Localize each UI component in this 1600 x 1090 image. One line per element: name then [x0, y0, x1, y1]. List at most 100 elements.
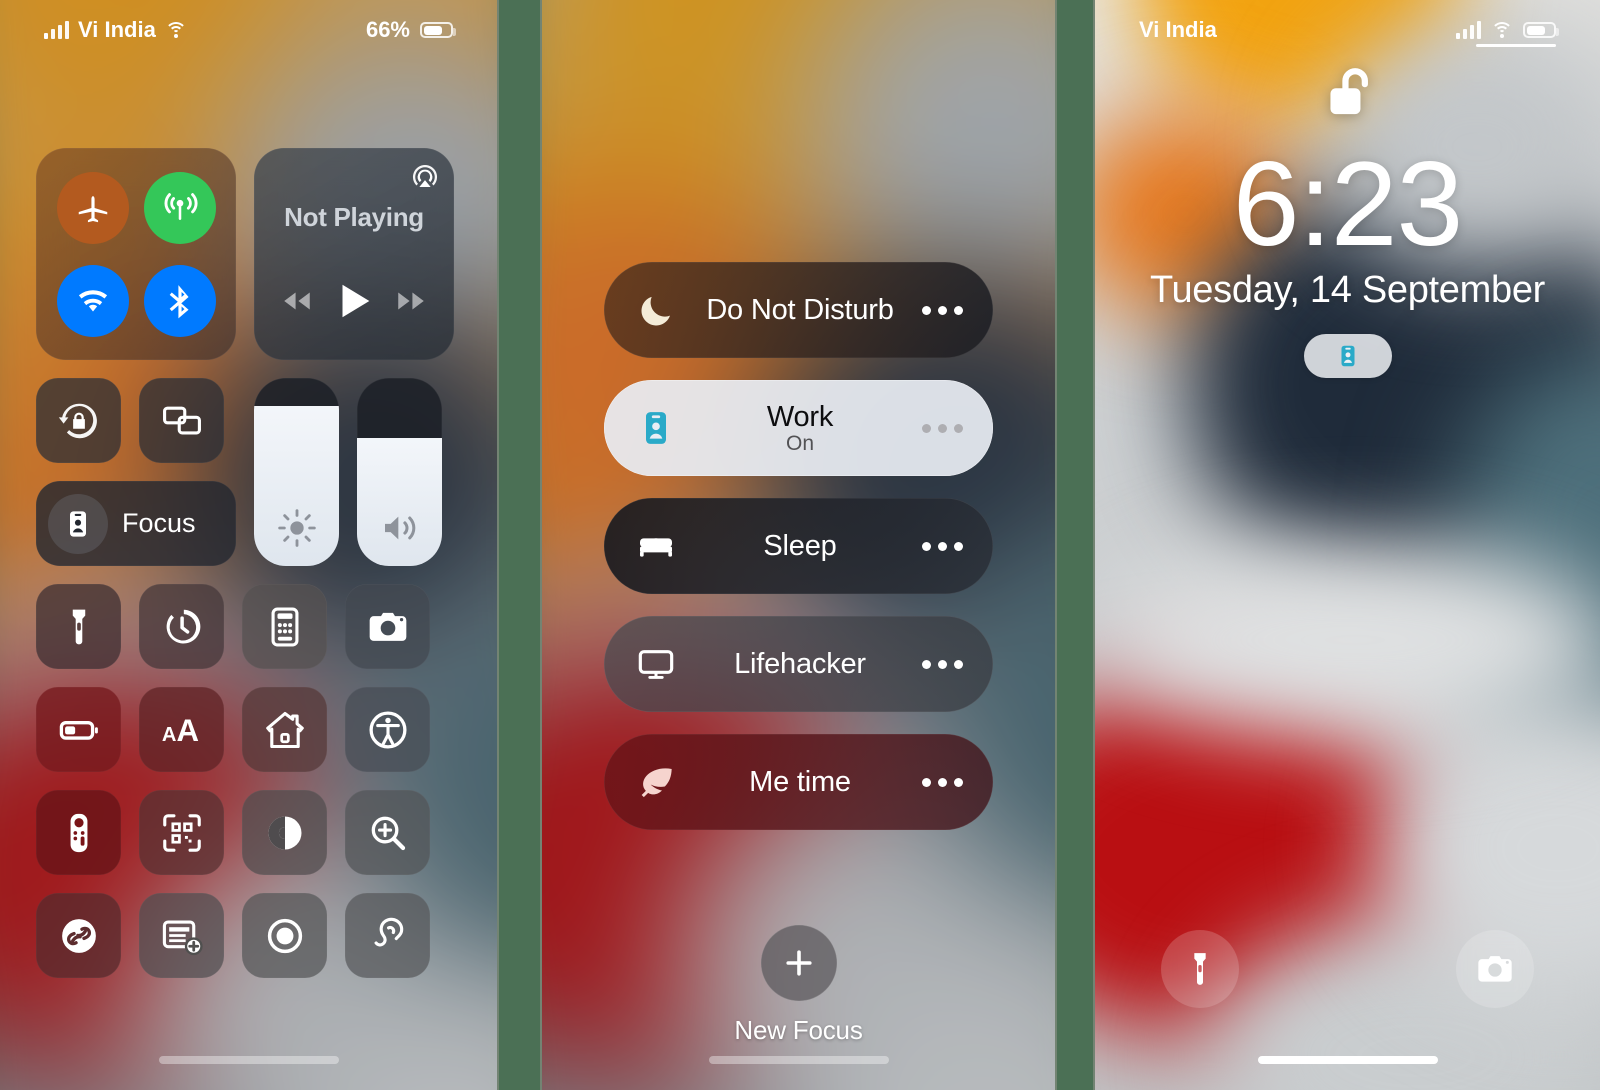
lock-screen-time: 6:23: [1232, 137, 1464, 271]
control-center-status-bar: Vi India 66%: [0, 0, 497, 60]
home-indicator[interactable]: [158, 1056, 339, 1064]
text-size-button[interactable]: AA: [139, 687, 224, 772]
text-size-icon: AA: [161, 713, 199, 748]
flashlight-icon: [1194, 953, 1206, 985]
wifi-icon: [1491, 22, 1513, 38]
screen-mirroring-icon: [162, 406, 201, 434]
fast-forward-icon[interactable]: [394, 284, 428, 318]
volume-slider[interactable]: [357, 378, 442, 566]
timer-icon: [166, 609, 200, 643]
camera-shortcut-button[interactable]: [1456, 930, 1534, 1008]
focus-mode-text: Sleep: [678, 530, 922, 563]
camera-button[interactable]: [345, 584, 430, 669]
svg-text:A: A: [176, 713, 199, 748]
focus-mode-name: Lifehacker: [734, 647, 866, 680]
focus-mode-name: Sleep: [763, 529, 837, 562]
control-center-toggle-grid: AA: [36, 584, 461, 978]
unlocked-padlock-icon: [1319, 62, 1377, 127]
lock-screen-panel: Vi India 6:23 Tuesday, 14 September: [1095, 0, 1600, 1090]
focus-bubble: [48, 493, 108, 554]
focus-mode-lifehacker[interactable]: Lifehacker: [604, 616, 993, 712]
airplay-button[interactable]: [410, 162, 440, 192]
low-power-battery-icon: [59, 720, 98, 740]
code-scanner-button[interactable]: [139, 790, 224, 875]
more-dots-icon[interactable]: [922, 541, 963, 551]
focus-mode-name: Work: [766, 400, 834, 433]
svg-text:A: A: [161, 724, 176, 746]
focus-mode-name: Do Not Disturb: [706, 293, 894, 326]
new-focus-button[interactable]: [760, 925, 837, 1001]
hearing-icon: [374, 917, 403, 946]
timer-button[interactable]: [139, 584, 224, 669]
focus-mode-work[interactable]: Work On: [604, 380, 993, 476]
carrier-label: Vi India: [1139, 17, 1217, 42]
cellular-data-button[interactable]: [143, 171, 216, 244]
focus-mode-text: Lifehacker: [678, 648, 922, 681]
rotation-lock-icon: [58, 403, 97, 438]
quick-note-button[interactable]: [139, 893, 224, 978]
accessibility-icon: [368, 710, 407, 749]
dark-mode-icon: [268, 816, 301, 849]
brightness-icon: [277, 509, 316, 547]
hearing-button[interactable]: [345, 893, 430, 978]
panel-divider-1: [497, 0, 542, 1090]
control-center-panel: Vi India 66% Not Playing Focus A A: [0, 0, 497, 1090]
new-focus-label: New Focus: [734, 1015, 863, 1045]
leaf-icon: [634, 760, 678, 804]
focus-mode-sleep[interactable]: Sleep: [604, 498, 993, 594]
dark-mode-button[interactable]: [242, 790, 327, 875]
more-dots-icon[interactable]: [922, 777, 963, 787]
more-dots-icon[interactable]: [922, 423, 963, 433]
more-dots-icon[interactable]: [922, 659, 963, 669]
battery-percent-label: 66%: [365, 17, 410, 42]
brightness-slider[interactable]: [254, 378, 339, 566]
moon-icon: [634, 288, 678, 332]
flashlight-button[interactable]: [36, 584, 121, 669]
control-center-grid: Not Playing Focus A A: [36, 148, 461, 978]
qr-scanner-icon: [162, 813, 201, 852]
focus-badge-icon: [70, 510, 86, 537]
airplane-icon: [78, 195, 107, 222]
magnifier-button[interactable]: [345, 790, 430, 875]
focus-mode-text: Do Not Disturb: [678, 294, 922, 327]
airplay-icon: [412, 164, 438, 187]
rewind-icon[interactable]: [280, 284, 314, 318]
wifi-button[interactable]: [56, 264, 129, 337]
screen-recording-button[interactable]: [242, 893, 327, 978]
more-dots-icon[interactable]: [922, 305, 963, 315]
calculator-button[interactable]: [242, 584, 327, 669]
focus-modes-list: Do Not Disturb Work On Sleep Lifehacker …: [604, 262, 993, 830]
focus-mode-me-time[interactable]: Me time: [604, 734, 993, 830]
remote-icon: [70, 813, 87, 852]
now-playing-module[interactable]: Not Playing: [254, 148, 454, 360]
camera-icon: [1478, 956, 1512, 982]
battery-icon: [420, 22, 456, 38]
signal-bars-icon: [44, 21, 69, 39]
accessibility-button[interactable]: [345, 687, 430, 772]
apple-tv-remote-button[interactable]: [36, 790, 121, 875]
focus-module-button[interactable]: Focus: [36, 481, 236, 566]
magnifier-icon: [371, 816, 405, 850]
rotation-lock-button[interactable]: [36, 378, 121, 463]
wifi-icon: [164, 22, 187, 38]
wifi-icon: [78, 289, 107, 311]
shazam-button[interactable]: [36, 893, 121, 978]
focus-mode-do-not-disturb[interactable]: Do Not Disturb: [604, 262, 993, 358]
screen-mirroring-button[interactable]: [139, 378, 224, 463]
home-indicator[interactable]: [708, 1056, 889, 1064]
flashlight-shortcut-button[interactable]: [1161, 930, 1239, 1008]
focus-panel: Do Not Disturb Work On Sleep Lifehacker …: [542, 0, 1055, 1090]
home-button[interactable]: [242, 687, 327, 772]
bluetooth-button[interactable]: [143, 264, 216, 337]
quick-note-icon: [162, 920, 203, 955]
play-icon[interactable]: [331, 278, 377, 324]
lock-screen-focus-pill[interactable]: [1303, 334, 1392, 378]
focus-mode-status: On: [785, 431, 814, 455]
low-power-mode-button[interactable]: [36, 687, 121, 772]
connectivity-module[interactable]: [36, 148, 236, 360]
focus-mode-text: Work On: [678, 401, 922, 456]
calculator-icon: [271, 606, 298, 647]
plus-icon: [785, 950, 812, 976]
airplane-mode-button[interactable]: [56, 171, 129, 244]
home-indicator[interactable]: [1257, 1056, 1438, 1064]
